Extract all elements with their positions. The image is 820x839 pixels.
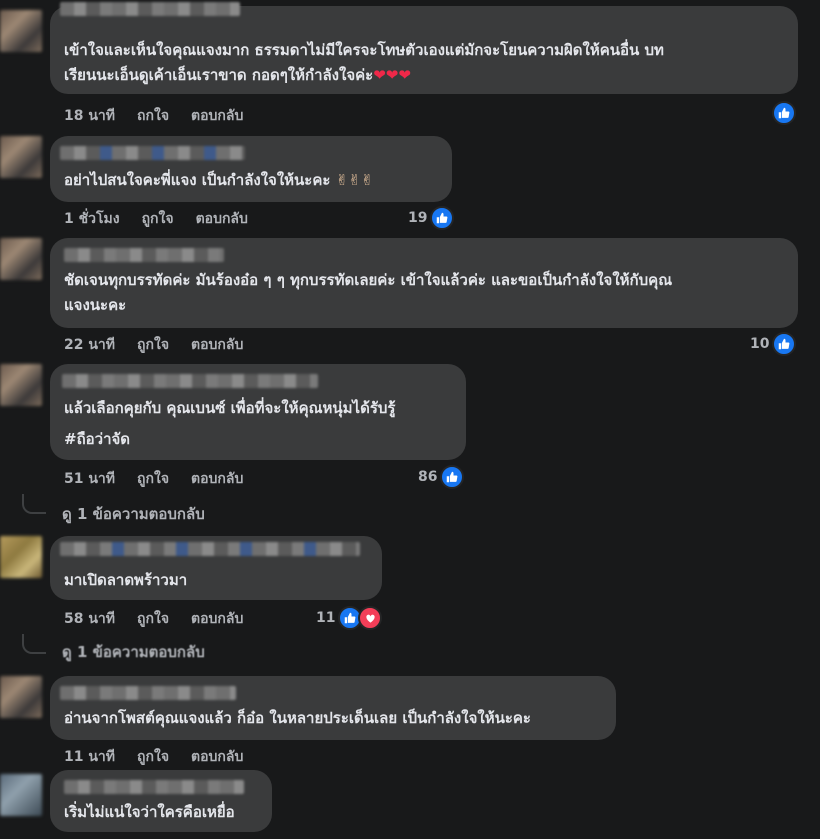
avatar[interactable] — [0, 238, 42, 280]
thumbs-up-icon — [430, 206, 455, 230]
thumbs-up-icon — [440, 465, 465, 489]
comment-bubble: อ่านจากโพสต์คุณแจงแล้ว ก็อ๋อ ในหลายประเด… — [50, 676, 616, 740]
timestamp[interactable]: 51 นาที — [64, 468, 115, 490]
heart-icon — [358, 606, 383, 630]
reaction-count[interactable]: 10 — [750, 332, 797, 356]
comment-meta: 22 นาที ถูกใจ ตอบกลับ — [64, 334, 243, 356]
comment-text: อ่านจากโพสต์คุณแจงแล้ว ก็อ๋อ ในหลายประเด… — [64, 709, 531, 727]
comment-meta: 18 นาที ถกใจ ตอบกลับ — [64, 105, 243, 127]
reaction-count[interactable] — [772, 101, 796, 125]
thread-connector — [22, 634, 46, 654]
like-button[interactable]: ถูกใจ — [142, 208, 174, 230]
avatar[interactable] — [0, 774, 42, 816]
commenter-name[interactable] — [60, 146, 245, 160]
thumbs-up-icon — [772, 332, 797, 356]
like-button[interactable]: ถูกใจ — [137, 468, 169, 490]
timestamp[interactable]: 11 นาที — [64, 746, 115, 768]
commenter-name[interactable] — [62, 374, 318, 388]
reaction-number: 19 — [408, 210, 428, 226]
view-replies-link[interactable]: ดู 1 ข้อความตอบกลับ — [62, 640, 205, 664]
comment-text: อย่าไปสนใจคะพี่แจง เป็นกำลังใจให้นะคะ ✌✌… — [64, 171, 374, 189]
avatar[interactable] — [0, 364, 42, 406]
reaction-number: 86 — [418, 469, 438, 485]
like-button[interactable]: ถูกใจ — [137, 334, 169, 356]
like-button[interactable]: ถกใจ — [137, 105, 169, 127]
reaction-number: 11 — [316, 610, 336, 626]
timestamp[interactable]: 1 ชั่วโมง — [64, 208, 120, 230]
reply-button[interactable]: ตอบกลับ — [191, 105, 243, 127]
comment-text: เริ่มไม่แน่ใจว่าใครคือเหยื่อ — [64, 803, 235, 821]
timestamp[interactable]: 18 นาที — [64, 105, 115, 127]
comment-bubble: เข้าใจและเห็นใจคุณแจงมาก ธรรมดาไม่มีใครจ… — [50, 2, 798, 94]
comment-meta: 11 นาที ถูกใจ ตอบกลับ — [64, 746, 243, 768]
hashtag-link[interactable]: #ถือว่าจัด — [64, 427, 452, 451]
timestamp[interactable]: 58 นาที — [64, 608, 115, 630]
like-button[interactable]: ถูกใจ — [137, 746, 169, 768]
avatar[interactable] — [0, 10, 42, 52]
victory-emoji: ✌✌✌ — [335, 171, 374, 189]
thread-connector — [22, 494, 46, 514]
comment-meta: 1 ชั่วโมง ถูกใจ ตอบกลับ — [64, 208, 248, 230]
reply-button[interactable]: ตอบกลับ — [191, 468, 243, 490]
comment-bubble: มาเปิดลาดพร้าวมา — [50, 536, 382, 600]
comment-bubble: แล้วเลือกคุยกับ คุณเบนซ์ เพื่อที่จะให้คุ… — [50, 364, 466, 460]
heart-emoji: ❤❤❤ — [373, 66, 411, 84]
reply-button[interactable]: ตอบกลับ — [191, 746, 243, 768]
comment-text: ชัดเจนทุกบรรทัดค่ะ มันร้องอ๋อ ๆ ๆ ทุกบรร… — [64, 271, 673, 314]
like-button[interactable]: ถูกใจ — [137, 608, 169, 630]
reaction-number: 10 — [750, 336, 770, 352]
comment-meta: 51 นาที ถูกใจ ตอบกลับ — [64, 468, 243, 490]
comment-bubble: เริ่มไม่แน่ใจว่าใครคือเหยื่อ — [50, 770, 272, 832]
reply-button[interactable]: ตอบกลับ — [191, 334, 243, 356]
comment-meta: 58 นาที ถูกใจ ตอบกลับ — [64, 608, 243, 630]
comment-bubble: ชัดเจนทุกบรรทัดค่ะ มันร้องอ๋อ ๆ ๆ ทุกบรร… — [50, 238, 798, 328]
reaction-count[interactable]: 19 — [408, 206, 455, 230]
avatar[interactable] — [0, 676, 42, 718]
timestamp[interactable]: 22 นาที — [64, 334, 115, 356]
reply-button[interactable]: ตอบกลับ — [191, 608, 243, 630]
avatar[interactable] — [0, 536, 42, 578]
reply-button[interactable]: ตอบกลับ — [196, 208, 248, 230]
commenter-name[interactable] — [64, 248, 224, 262]
comment-text: มาเปิดลาดพร้าวมา — [64, 571, 188, 589]
avatar[interactable] — [0, 136, 42, 178]
comment-text: เข้าใจและเห็นใจคุณแจงมาก ธรรมดาไม่มีใครจ… — [64, 41, 664, 84]
commenter-name[interactable] — [60, 542, 360, 556]
commenter-name[interactable] — [60, 686, 236, 700]
thumbs-up-icon — [772, 101, 796, 125]
commenter-name[interactable] — [60, 2, 240, 16]
comment-bubble: อย่าไปสนใจคะพี่แจง เป็นกำลังใจให้นะคะ ✌✌… — [50, 136, 452, 202]
comment-text: แล้วเลือกคุยกับ คุณเบนซ์ เพื่อที่จะให้คุ… — [64, 399, 396, 417]
reaction-count[interactable]: 11 — [316, 606, 383, 630]
commenter-name[interactable] — [64, 780, 244, 794]
view-replies-link[interactable]: ดู 1 ข้อความตอบกลับ — [62, 502, 205, 526]
reaction-count[interactable]: 86 — [418, 465, 465, 489]
